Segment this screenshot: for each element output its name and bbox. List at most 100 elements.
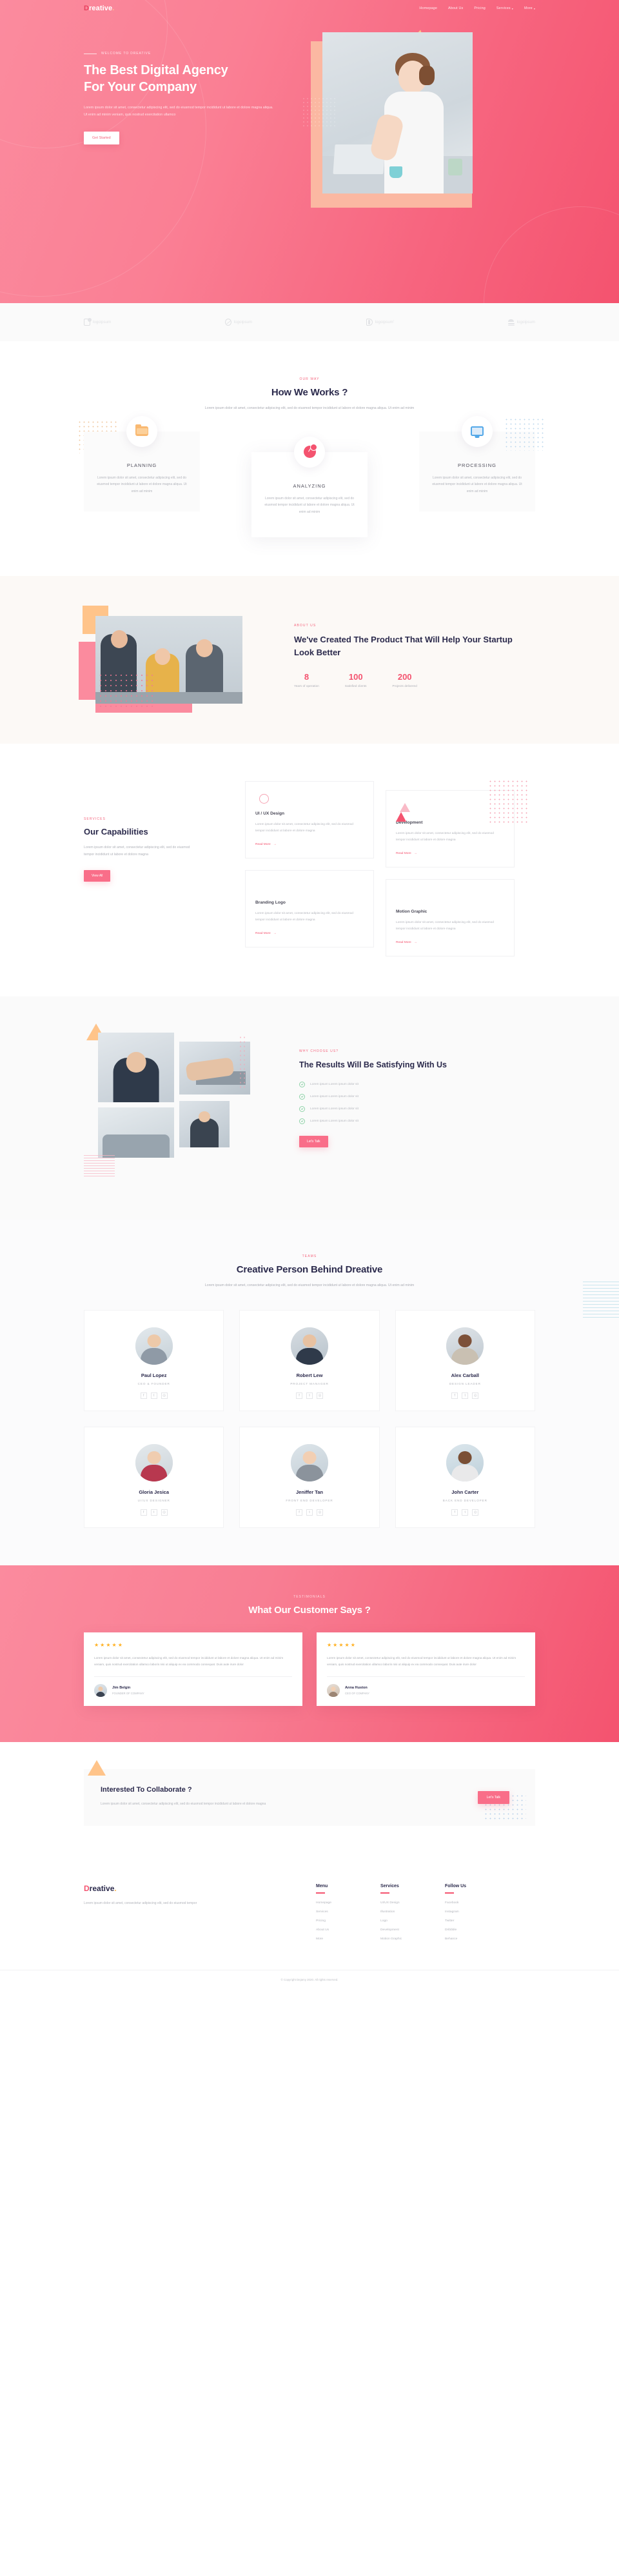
facebook-icon[interactable]: f xyxy=(295,1509,302,1516)
read-more-link[interactable]: Read More → xyxy=(255,932,364,935)
work-card-planning[interactable]: PLANNING Lorem ipsum dolor sit amet, con… xyxy=(84,415,200,512)
stat-label: Satisfied clients xyxy=(344,684,367,688)
instagram-icon[interactable]: ◎ xyxy=(472,1392,479,1399)
footer-link[interactable]: Logo xyxy=(380,1919,423,1923)
footer-link[interactable]: Twitter xyxy=(445,1919,487,1923)
footer-link[interactable]: More xyxy=(316,1937,359,1941)
footer-link[interactable]: Development xyxy=(380,1928,423,1932)
facebook-icon[interactable]: f xyxy=(140,1509,147,1516)
about-title: We've Created The Product That Will Help… xyxy=(294,635,513,658)
star-icon: ★ xyxy=(94,1641,99,1648)
cta-lets-talk-button[interactable]: Let's Talk xyxy=(477,1791,509,1805)
team-socials: f t ◎ xyxy=(246,1509,372,1516)
footer-link[interactable]: Behance xyxy=(445,1937,487,1941)
footer-link[interactable]: Illustration xyxy=(380,1910,423,1914)
capabilities-column-right: Development Lorem ipsum dolor sit amet, … xyxy=(386,779,528,956)
team-member-name: Gloria Jesica xyxy=(139,1489,170,1495)
pie-chart-icon xyxy=(294,436,325,468)
decor-dot-grid xyxy=(98,673,153,709)
read-more-link[interactable]: Read More → xyxy=(396,941,504,944)
site-logo[interactable]: Dreative. xyxy=(84,5,114,12)
team-member-role: DESIGN LEADER xyxy=(449,1382,481,1385)
work-card-analyzing[interactable]: ANALYZING Lorem ipsum dolor sit amet, co… xyxy=(251,436,368,538)
twitter-icon[interactable]: t xyxy=(462,1392,469,1399)
nav-item-services[interactable]: Services ▾ xyxy=(496,6,513,10)
team-card[interactable]: Jeniffer Tan FRONT END DEVELOPER f t ◎ xyxy=(239,1426,380,1528)
footer-link[interactable]: Dribbble xyxy=(445,1928,487,1932)
testimonial-author: Anna Huston xyxy=(345,1686,368,1690)
checklist-item: Lorem ipsum Lorem ipsum dolor sit xyxy=(299,1082,512,1088)
hero-eyebrow: WELCOME TO DREATIVE xyxy=(84,52,297,55)
footer-link[interactable]: Services xyxy=(316,1910,359,1914)
lets-talk-button[interactable]: Let's Talk xyxy=(299,1136,328,1148)
team-card[interactable]: Alex Carball DESIGN LEADER f t ◎ xyxy=(395,1309,535,1411)
avatar xyxy=(94,1684,107,1698)
instagram-icon[interactable]: ◎ xyxy=(316,1392,323,1399)
service-card-ui-ux-design[interactable]: UI / UX Design Lorem ipsum dolor sit ame… xyxy=(245,781,374,859)
testimonial-author-role: FOUNDER OF COMPANY xyxy=(112,1692,144,1696)
footer-link[interactable]: UI/UX Design xyxy=(380,1901,423,1905)
service-card-development[interactable]: Development Lorem ipsum dolor sit amet, … xyxy=(386,779,528,868)
triangle-icon xyxy=(396,801,504,822)
get-started-button[interactable]: Get Started xyxy=(84,131,119,144)
nav-item-homepage[interactable]: Homepage xyxy=(419,6,437,10)
team-card[interactable]: Robert Lew PROJECT MANAGER f t ◎ xyxy=(239,1309,380,1411)
read-more-link[interactable]: Read More → xyxy=(255,843,364,846)
view-all-button[interactable]: View All xyxy=(84,870,111,882)
twitter-icon[interactable]: t xyxy=(306,1392,313,1399)
footer-column-services: Services UI/UX Design Illustration Logo … xyxy=(380,1884,423,1947)
testimonials-kicker: TESTIMONIALS xyxy=(293,1594,326,1599)
footer-link[interactable]: Motion Graphic xyxy=(380,1937,423,1941)
team-card[interactable]: Gloria Jesica UI/UX DESIGNER f t ◎ xyxy=(84,1426,224,1528)
client-logo-label: logoipsum xyxy=(516,320,535,324)
work-card-processing[interactable]: PROCESSING Lorem ipsum dolor sit amet, c… xyxy=(419,415,544,512)
star-icon: ★ xyxy=(106,1641,111,1648)
instagram-icon[interactable]: ◎ xyxy=(472,1509,479,1516)
nav-item-pricing[interactable]: Pricing xyxy=(474,6,486,10)
nav-item-more[interactable]: More ▾ xyxy=(524,6,535,10)
avatar xyxy=(446,1443,484,1481)
nav-label: Pricing xyxy=(474,6,486,10)
service-text: Lorem ipsum dolor sit amet, consectetur … xyxy=(255,823,353,833)
footer-link[interactable]: Homepage xyxy=(316,1901,359,1905)
team-member-name: Alex Carball xyxy=(451,1372,479,1378)
page-root: Dreative. Homepage About Us Pricing Serv… xyxy=(0,0,619,1990)
footer-brand: Dreative. Lorem ipsum dolor sit amet, co… xyxy=(84,1884,297,1947)
work-card-title: PLANNING xyxy=(126,462,157,468)
footer-link[interactable]: Pricing xyxy=(316,1919,359,1923)
footer-logo[interactable]: Dreative. xyxy=(84,1884,297,1893)
footer-link[interactable]: Facebook xyxy=(445,1901,487,1905)
footer-column-title: Menu xyxy=(316,1883,328,1888)
why-choose-us-section: WHY CHOOSE US? The Results Will Be Satis… xyxy=(0,996,619,1220)
twitter-icon[interactable]: t xyxy=(306,1509,313,1516)
service-card-branding-logo[interactable]: Branding Logo Lorem ipsum dolor sit amet… xyxy=(245,870,374,947)
about-copy: ABOUT US We've Created The Product That … xyxy=(294,612,520,704)
instagram-icon[interactable]: ◎ xyxy=(316,1509,323,1516)
service-card-motion-graphic[interactable]: Motion Graphic Lorem ipsum dolor sit ame… xyxy=(386,879,515,956)
read-more-link[interactable]: Read More → xyxy=(396,852,504,855)
decor-wave-lines xyxy=(84,1154,115,1177)
decor-circle xyxy=(484,206,619,303)
instagram-icon[interactable]: ◎ xyxy=(161,1392,168,1399)
facebook-icon[interactable]: f xyxy=(295,1392,302,1399)
decor-dot-grid xyxy=(302,96,337,126)
footer-link[interactable]: Instagram xyxy=(445,1910,487,1914)
why-photo-4 xyxy=(179,1100,230,1147)
logo-first-letter: D xyxy=(84,5,90,12)
chevron-down-icon: ▾ xyxy=(511,6,513,10)
facebook-icon[interactable]: f xyxy=(140,1392,147,1399)
footer-link[interactable]: About Us xyxy=(316,1928,359,1932)
client-logo-label: logoipsum' xyxy=(375,320,395,324)
work-card-text: Lorem ipsum dolor sit amet, consectetur … xyxy=(432,475,522,493)
teams-subtitle: Lorem ipsum dolor sit amet, consectetur … xyxy=(204,1283,415,1287)
instagram-icon[interactable]: ◎ xyxy=(161,1509,168,1516)
facebook-icon[interactable]: f xyxy=(451,1509,458,1516)
twitter-icon[interactable]: t xyxy=(150,1509,157,1516)
team-card[interactable]: Paul Lopez CEO & FOUNDER f t ◎ xyxy=(84,1309,224,1411)
team-card[interactable]: John Carter BACK END DEVELOPER f t ◎ xyxy=(395,1426,535,1528)
star-icon: ★ xyxy=(117,1641,123,1648)
nav-item-about-us[interactable]: About Us xyxy=(448,6,463,10)
twitter-icon[interactable]: t xyxy=(462,1509,469,1516)
twitter-icon[interactable]: t xyxy=(150,1392,157,1399)
facebook-icon[interactable]: f xyxy=(451,1392,458,1399)
